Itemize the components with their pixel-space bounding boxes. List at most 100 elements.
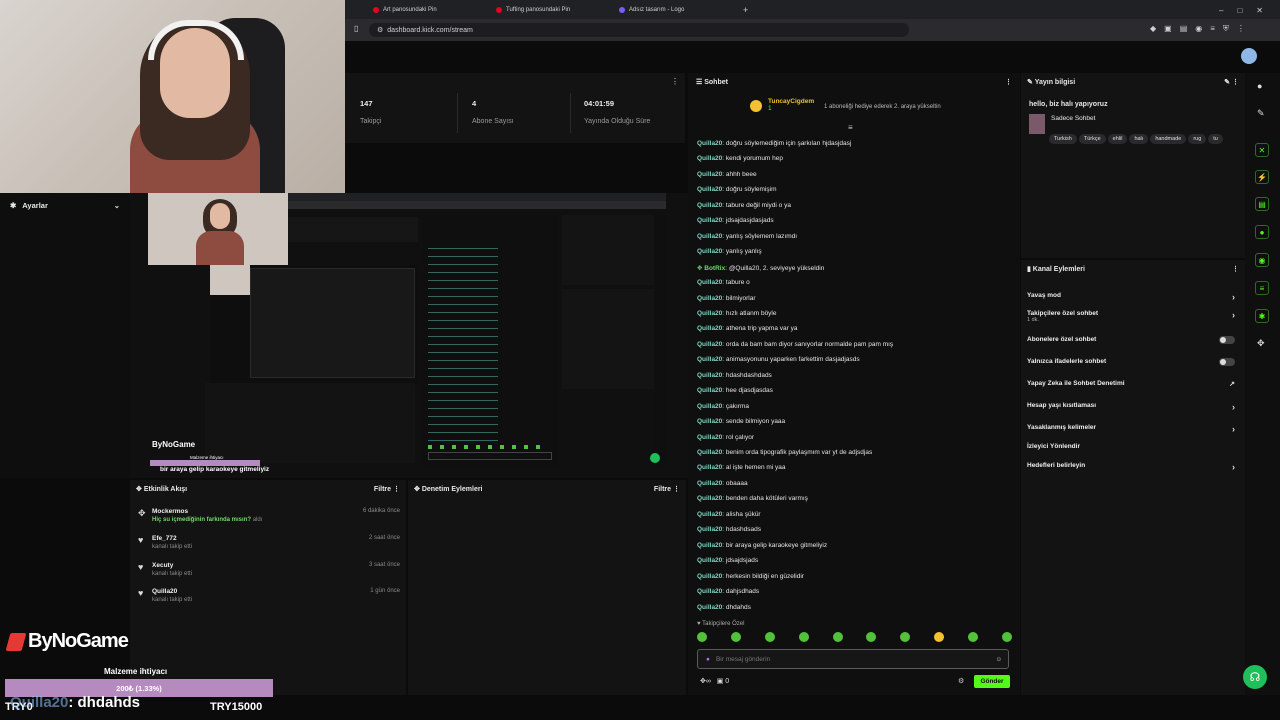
expand-icon[interactable]: ✕ — [1255, 143, 1269, 157]
action-subscribers-only[interactable]: Abonelere özel sohbet — [1027, 336, 1239, 344]
more-icon[interactable]: ⋮ — [671, 77, 679, 86]
support-button[interactable]: ☊ — [1243, 665, 1267, 689]
chat-username[interactable]: Quilla20 — [697, 511, 722, 518]
browser-tab[interactable]: Art panosundaki Pin — [367, 3, 443, 17]
chevron-down-icon[interactable]: ⌄ — [114, 201, 120, 210]
chat-username[interactable]: Quilla20 — [697, 217, 722, 224]
send-button[interactable]: Gönder — [974, 675, 1010, 688]
chat-message: Quilla20: hdashdashdads — [697, 372, 772, 379]
chat-username[interactable]: Quilla20 — [697, 387, 722, 394]
chat-text: : dahjsdhads — [722, 588, 760, 596]
emoji-icon[interactable]: ☺ — [995, 656, 1002, 663]
chat-username[interactable]: Quilla20 — [697, 341, 722, 348]
chat-username[interactable]: Quilla20 — [697, 573, 722, 580]
moderation-filter-button[interactable]: Filtre — [654, 486, 671, 493]
emote-bar[interactable] — [697, 632, 1012, 644]
activity-filter-button[interactable]: Filtre — [374, 486, 391, 493]
chat-username[interactable]: Quilla20 — [697, 248, 722, 255]
chat-username[interactable]: Quilla20 — [697, 588, 722, 595]
chat-text: : bir araya gelip karaokeye gitmeliyiz — [722, 541, 828, 549]
chat-username[interactable]: Quilla20 — [697, 186, 722, 193]
chat-username[interactable]: Quilla20 — [697, 403, 722, 410]
chevron-right-icon: › — [1232, 292, 1235, 302]
chat-text: : animasyonunu yaparken farkettim dasjad… — [722, 356, 860, 364]
chat-scroll-icon[interactable]: ≡ — [848, 123, 853, 132]
chat-username[interactable]: Quilla20 — [697, 356, 722, 363]
more-icon[interactable]: ⋮ — [1005, 78, 1012, 86]
action-slow-mode[interactable]: Yavaş mod › — [1027, 292, 1239, 302]
address-field[interactable]: ⚙ dashboard.kick.com/stream — [369, 23, 909, 37]
stat-subscribers: 4 Abone Sayısı — [472, 99, 514, 125]
chat-message: Quilla20: doğru söylemediğim için şarkıl… — [697, 140, 851, 147]
chat-username[interactable]: Quilla20 — [697, 233, 722, 240]
chat-settings-icon[interactable]: ⚙ — [958, 677, 964, 685]
chat-username[interactable]: Quilla20 — [697, 434, 722, 441]
chat-tools[interactable]: ✥∞ ▣ 0 — [700, 677, 729, 685]
action-host[interactable]: İzleyici Yönlendir — [1027, 443, 1239, 450]
new-tab-button[interactable]: + — [737, 3, 754, 17]
chat-ticker: Quilla20: dhdahds — [10, 694, 141, 711]
chat-message: Quilla20: hdashdsads — [697, 526, 761, 533]
info-icon[interactable]: ● — [1257, 81, 1262, 91]
chat-message-input[interactable]: ● Bir mesaj gönderin ☺ — [697, 649, 1009, 669]
window-controls[interactable]: – □ ✕ — [1213, 3, 1269, 17]
edit-icon[interactable]: ✎ — [1224, 79, 1230, 86]
chat-username[interactable]: Quilla20 — [697, 310, 722, 317]
more-icon[interactable]: ⋮ — [1232, 265, 1239, 273]
chat-username[interactable]: Quilla20 — [697, 526, 722, 533]
chat-username[interactable]: Quilla20 — [697, 171, 722, 178]
chat-text: : tabure o — [722, 279, 750, 287]
bolt-icon[interactable]: ⚡ — [1255, 170, 1269, 184]
chat-text: : rol çalıyor — [722, 433, 755, 441]
chat-username[interactable]: Quilla20 — [697, 495, 722, 502]
extension-icons[interactable]: ◆▣▤◉≡⛨⋮ — [1150, 24, 1253, 34]
browser-tab[interactable]: Tufting panosundaki Pin — [490, 3, 576, 17]
moderation-title: ✥ Denetim Eylemleri — [414, 486, 483, 493]
avatar[interactable] — [1241, 48, 1257, 64]
document-icon[interactable]: ▤ — [1255, 197, 1269, 211]
chat-text: : hızlı atlanm böyle — [722, 309, 777, 317]
action-ai-moderation[interactable]: Yapay Zeka ile Sohbet Denetimi ↗ — [1027, 380, 1239, 388]
list-icon[interactable]: ≡ — [1255, 281, 1269, 295]
chat-text: : çakırma — [722, 402, 750, 410]
chat-text: : doğru söylemediğim için şarkıları hjda… — [722, 140, 852, 147]
chat-message: Quilla20: al işte hemen mi yaa — [697, 464, 786, 471]
apps-icon[interactable]: ✥ — [1257, 338, 1265, 349]
chat-username[interactable]: Quilla20 — [697, 480, 722, 487]
chat-username[interactable]: Quilla20 — [697, 372, 722, 379]
chat-username[interactable]: Quilla20 — [697, 295, 722, 302]
stream-stats-panel: 147 Takipçi 4 Abone Sayısı 04:01:59 Yayında… — [345, 73, 685, 143]
chat-username[interactable]: Quilla20 — [697, 418, 722, 425]
chat-username[interactable]: Quilla20 — [697, 279, 722, 286]
headset-icon: ☊ — [1249, 670, 1261, 684]
chat-username[interactable]: Quilla20 — [697, 449, 722, 456]
chat-username[interactable]: Quilla20 — [697, 140, 722, 147]
chat-username[interactable]: Quilla20 — [697, 464, 722, 471]
chat-username[interactable]: BotRix — [704, 265, 725, 272]
action-emotes-only[interactable]: Yalnızca ifadelerle sohbet — [1027, 358, 1239, 366]
chat-username[interactable]: Quilla20 — [697, 202, 722, 209]
browser-tab[interactable]: Adsız tasarım - Logo — [613, 3, 690, 17]
chat-message: Quilla20: jdsajdasjdasjads — [697, 217, 774, 224]
pinterest-icon — [496, 7, 502, 13]
minimize-icon: – — [1219, 5, 1224, 15]
chat-username[interactable]: Quilla20 — [697, 557, 722, 564]
bookmark-icon[interactable]: ▯ — [354, 24, 358, 33]
action-followers-only[interactable]: Takipçilere özel sohbet 1 dk. › — [1027, 310, 1239, 323]
broadcast-icon[interactable]: ◉ — [1255, 253, 1269, 267]
wrench-icon[interactable]: ✱ — [1255, 309, 1269, 323]
site-info-icon[interactable]: ⚙ — [377, 26, 383, 34]
more-icon[interactable]: ⋮ — [673, 486, 680, 493]
pencil-icon[interactable]: ✎ — [1257, 108, 1265, 119]
chat-username[interactable]: Quilla20 — [697, 542, 722, 549]
chat-username[interactable]: Quilla20 — [697, 325, 722, 332]
chat-username[interactable]: Quilla20 — [697, 155, 722, 162]
more-icon[interactable]: ⋮ — [393, 486, 400, 493]
action-banned-words[interactable]: Yasaklanmış kelimeler › — [1027, 424, 1239, 434]
action-account-age[interactable]: Hesap yaşı kısıtlaması › — [1027, 402, 1239, 412]
mic-icon[interactable]: ● — [706, 656, 710, 663]
chat-bubble-icon[interactable]: ● — [1255, 225, 1269, 239]
action-goals[interactable]: Hedefleri belirleyin › — [1027, 462, 1239, 472]
chat-username[interactable]: Quilla20 — [697, 604, 722, 611]
more-icon[interactable]: ⋮ — [1232, 79, 1239, 86]
